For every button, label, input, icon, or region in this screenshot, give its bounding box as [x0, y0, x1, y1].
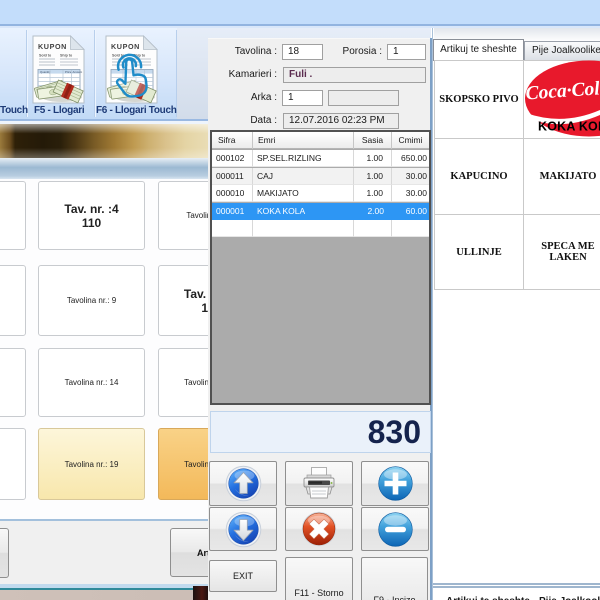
- svg-text:Price: Price: [65, 70, 72, 74]
- svg-text:Amount: Amount: [73, 70, 83, 74]
- svg-text:KUPON: KUPON: [111, 42, 140, 51]
- svg-text:Quantity: Quantity: [40, 70, 51, 74]
- svg-text:KOKA KOLA: KOKA KOLA: [538, 120, 600, 134]
- svg-text:KUPON: KUPON: [38, 42, 67, 51]
- svg-text:Ship to: Ship to: [60, 54, 73, 58]
- svg-text:Sold to: Sold to: [39, 54, 52, 58]
